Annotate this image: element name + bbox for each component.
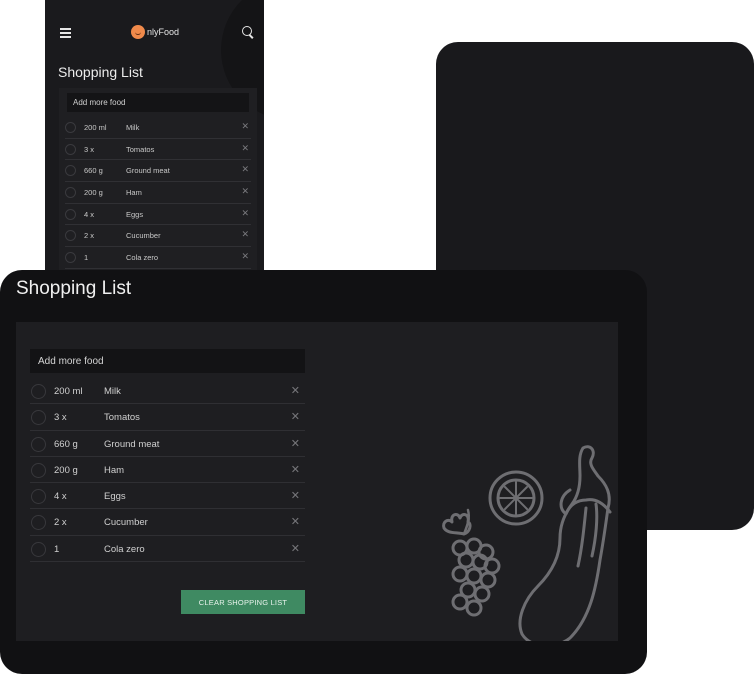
clear-shopping-list-button[interactable]: CLEAR SHOPPING LIST: [181, 590, 305, 614]
item-name: Ground meat: [126, 166, 170, 176]
circle-checkbox-icon[interactable]: [65, 230, 76, 242]
close-icon[interactable]: ✕: [291, 489, 300, 502]
item-name: Milk: [126, 123, 140, 132]
close-icon[interactable]: ✕: [291, 384, 300, 397]
item-name: Ground meat: [104, 438, 160, 450]
circle-checkbox-icon[interactable]: [65, 252, 76, 264]
item-name: Eggs: [104, 491, 126, 503]
list-item: 4 x Eggs ✕: [30, 483, 305, 510]
shopping-list-panel: Add more food 200 ml Milk ✕ 3 x Tomatos ✕ 660 …: [59, 88, 257, 280]
list-item: 3 x Tomatos ✕: [65, 139, 251, 161]
list-item: 2 x Cucumber ✕: [30, 509, 305, 536]
item-quantity: 4 x: [84, 209, 95, 219]
close-icon[interactable]: ✕: [241, 208, 249, 219]
item-name: Eggs: [126, 209, 144, 219]
page-title: Shopping List: [16, 278, 132, 299]
shopping-list: 200 ml Milk ✕ 3 x Tomatos ✕ 660 g Ground meat ✕ 2…: [65, 117, 251, 269]
item-name: Cucumber: [126, 231, 161, 241]
list-item: 200 ml Milk ✕: [65, 117, 251, 139]
circle-checkbox-icon[interactable]: [65, 122, 76, 133]
phone-header: nlyFood: [45, 22, 264, 44]
circle-checkbox-icon[interactable]: [65, 187, 76, 199]
close-icon[interactable]: ✕: [291, 410, 300, 423]
item-quantity: 660 g: [84, 166, 103, 176]
close-icon[interactable]: ✕: [291, 515, 300, 528]
circle-checkbox-icon[interactable]: [31, 515, 46, 531]
tablet-screen: Add more food 200 ml Milk ✕ 3 x Tomatos ✕ 660 …: [16, 322, 618, 641]
item-quantity: 200 ml: [54, 386, 83, 397]
vegetables-illustration: [442, 445, 612, 641]
circle-checkbox-icon[interactable]: [31, 462, 46, 478]
list-item: 660 g Ground meat ✕: [65, 160, 251, 183]
list-item: 200 g Ham ✕: [30, 457, 305, 484]
smiley-logo-icon: [131, 25, 145, 39]
close-icon[interactable]: ✕: [241, 143, 249, 154]
item-quantity: 660 g: [54, 438, 78, 450]
phone-mockup: nlyFood Shopping List Add more food 200 …: [45, 0, 264, 280]
item-quantity: 3 x: [54, 412, 67, 424]
item-name: Milk: [104, 386, 121, 397]
item-quantity: 200 ml: [84, 123, 107, 132]
page-title: Shopping List: [58, 64, 143, 80]
item-quantity: 2 x: [84, 231, 95, 241]
circle-checkbox-icon[interactable]: [31, 384, 46, 399]
list-item: 4 x Eggs ✕: [65, 204, 251, 226]
item-name: Tomatos: [104, 412, 140, 424]
item-quantity: 1: [84, 253, 89, 263]
add-food-input[interactable]: Add more food: [30, 349, 305, 373]
item-name: Cucumber: [104, 517, 148, 529]
close-icon[interactable]: ✕: [241, 229, 249, 240]
circle-checkbox-icon[interactable]: [31, 410, 46, 426]
circle-checkbox-icon[interactable]: [65, 165, 76, 177]
circle-checkbox-icon[interactable]: [31, 489, 46, 505]
item-quantity: 3 x: [84, 144, 95, 154]
list-item: 200 g Ham ✕: [65, 182, 251, 204]
item-quantity: 2 x: [54, 517, 67, 529]
item-name: Cola zero: [104, 543, 145, 555]
brand-name: nlyFood: [147, 27, 180, 37]
list-item: 2 x Cucumber ✕: [65, 225, 251, 248]
item-name: Cola zero: [126, 253, 159, 263]
close-icon[interactable]: ✕: [241, 164, 249, 175]
circle-checkbox-icon[interactable]: [31, 436, 46, 452]
circle-checkbox-icon[interactable]: [65, 143, 76, 155]
close-icon[interactable]: ✕: [291, 463, 300, 476]
brand-logo[interactable]: nlyFood: [131, 25, 179, 39]
list-item: 200 ml Milk ✕: [30, 378, 305, 405]
list-item: 3 x Tomatos ✕: [30, 404, 305, 431]
close-icon[interactable]: ✕: [241, 121, 249, 132]
list-item: 660 g Ground meat ✕: [30, 431, 305, 457]
circle-checkbox-icon[interactable]: [31, 541, 46, 557]
item-quantity: 4 x: [54, 491, 67, 503]
item-quantity: 200 g: [84, 188, 103, 198]
item-name: Tomatos: [126, 144, 155, 154]
item-name: Ham: [104, 464, 125, 476]
search-icon[interactable]: [242, 26, 254, 38]
close-icon[interactable]: ✕: [291, 437, 300, 450]
list-item: 1 Cola zero ✕: [65, 247, 251, 269]
circle-checkbox-icon[interactable]: [65, 208, 76, 220]
add-food-input[interactable]: Add more food: [67, 93, 249, 112]
hamburger-icon[interactable]: [60, 28, 71, 38]
shopping-list: 200 ml Milk ✕ 3 x Tomatos ✕ 660 g Ground meat ✕ 2…: [30, 378, 305, 563]
close-icon[interactable]: ✕: [291, 542, 300, 555]
close-icon[interactable]: ✕: [241, 251, 249, 262]
close-icon[interactable]: ✕: [241, 186, 249, 197]
item-quantity: 200 g: [54, 464, 78, 476]
item-quantity: 1: [54, 543, 60, 555]
tablet-mockup: Shopping List Add more food 200 ml Milk ✕ 3…: [0, 270, 647, 674]
item-name: Ham: [126, 188, 142, 198]
list-item: 1 Cola zero ✕: [30, 536, 305, 563]
